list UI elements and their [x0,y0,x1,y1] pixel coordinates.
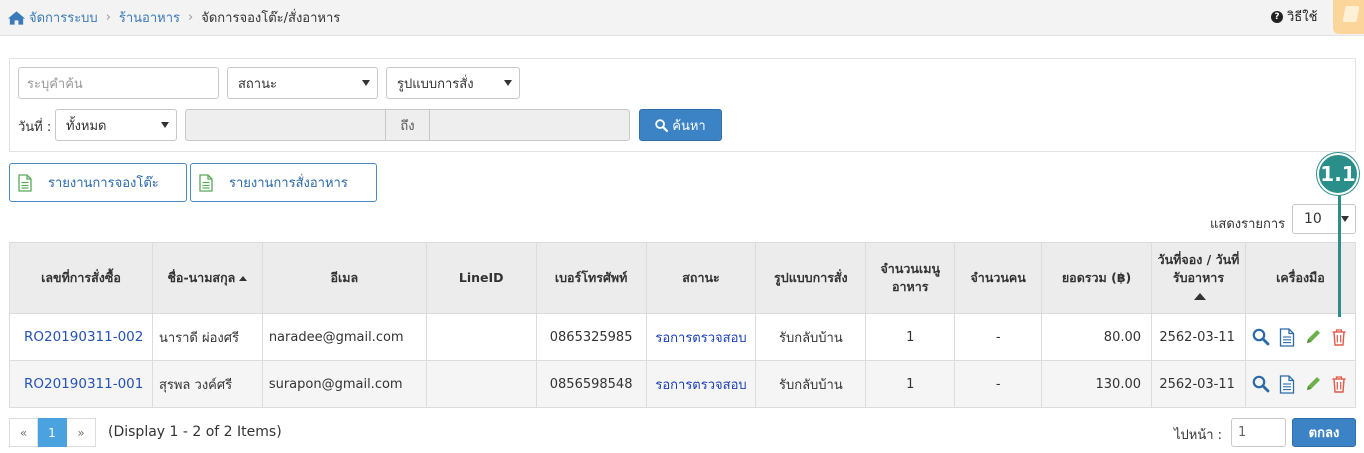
display-info: (Display 1 - 2 of 2 Items) [108,424,282,440]
order-total: 80.00 [1041,313,1153,361]
page-size-value: 10 [1304,211,1322,227]
chevron-down-icon [362,80,370,86]
people-count: - [954,360,1043,408]
search-icon [655,118,669,132]
col-total[interactable]: ยอดรวม (฿) [1041,242,1153,314]
table-row: RO20190311-002 นาราดี ผ่องศรี naradee@gm… [9,313,1357,361]
annotation-line [1338,190,1341,317]
table-header-row: เลขที่การสั่งซื้อ ชื่อ-นามสกุล อีเมล Lin… [9,242,1357,314]
table-booking-report-label: รายงานการจองโต๊ะ [48,176,159,191]
col-name[interactable]: ชื่อ-นามสกุล [151,242,263,314]
search-button-label: ค้นหา [672,118,706,134]
order-date: 2562-03-11 [1151,313,1246,361]
people-count: - [954,313,1043,361]
col-date[interactable]: วันที่จอง / วันที่รับอาหาร [1151,242,1246,314]
col-email[interactable]: อีเมล [261,242,427,314]
date-to-input[interactable] [430,110,629,140]
search-input[interactable]: ระบุคำค้น [18,67,219,99]
date-mode-select-value: ทั้งหมด [66,118,107,134]
food-order-report-label: รายงานการสั่งอาหาร [229,176,348,191]
pagination: « 1 » [9,418,96,447]
chevron-down-icon [161,122,169,128]
customer-phone: 0856598548 [535,360,647,408]
date-mode-select[interactable]: ทั้งหมด [55,109,177,141]
view-icon[interactable] [1250,326,1272,348]
col-order-type[interactable]: รูปแบบการสั่ง [755,242,867,314]
edit-icon[interactable] [1302,326,1324,348]
order-no-link[interactable]: RO20190311-001 [9,360,153,408]
table-row: RO20190311-001 สุรพล วงค์ศรี surapon@gma… [9,360,1357,408]
document-icon [199,173,213,192]
date-from-input[interactable] [186,110,386,140]
row-tools [1244,313,1357,361]
menu-count: 1 [865,313,956,361]
annotation-marker: 1.1 [1317,153,1359,195]
question-circle-icon: ? [1271,10,1283,23]
status-select[interactable]: สถานะ [227,67,378,99]
customer-email: naradee@gmail.com [261,313,427,361]
prev-page-button[interactable]: « [9,418,38,447]
order-type-select-value: รูปแบบการสั่ง [397,76,474,92]
delete-icon[interactable] [1328,373,1350,395]
breadcrumb-item-current: จัดการจองโต๊ะ/สั่งอาหาร [201,11,341,26]
food-order-report-button[interactable]: รายงานการสั่งอาหาร [190,163,377,202]
menu-count: 1 [865,360,956,408]
customer-email: surapon@gmail.com [261,360,427,408]
document-icon[interactable] [1276,373,1298,395]
goto-page-button[interactable]: ตกลง [1292,418,1356,447]
order-type-select[interactable]: รูปแบบการสั่ง [386,67,520,99]
col-status[interactable]: สถานะ [645,242,757,314]
col-order-no[interactable]: เลขที่การสั่งซื้อ [9,242,153,314]
order-total: 130.00 [1041,360,1153,408]
date-label: วันที่ : [18,120,52,135]
edit-icon[interactable] [1302,373,1324,395]
table-booking-report-button[interactable]: รายงานการจองโต๊ะ [9,163,187,202]
goto-page-label: ไปหน้า : [1174,428,1223,443]
breadcrumb-separator: › [188,10,194,25]
customer-lineid [425,360,537,408]
chevron-down-icon [1341,216,1349,222]
page-size-select[interactable]: 10 [1292,204,1356,234]
status-select-value: สถานะ [238,76,277,92]
date-range: ถึง [185,109,630,141]
page-1-button[interactable]: 1 [38,418,67,447]
breadcrumb-separator: › [105,10,111,25]
col-menu-count[interactable]: จำนวนเมนูอาหาร [865,242,956,314]
sort-asc-icon [239,276,248,281]
delete-icon[interactable] [1328,326,1350,348]
breadcrumb-bar: จัดการระบบ › ร้านอาหาร › จัดการจองโต๊ะ/ส… [0,0,1364,36]
col-lineid[interactable]: LineID [425,242,537,314]
breadcrumb-item-restaurant[interactable]: ร้านอาหาร [119,7,180,28]
customer-phone: 0865325985 [535,313,647,361]
customer-lineid [425,313,537,361]
order-no-link[interactable]: RO20190311-002 [9,313,153,361]
customer-name: สุรพล วงค์ศรี [151,360,263,408]
col-phone[interactable]: เบอร์โทรศัพท์ [535,242,647,314]
order-status[interactable]: รอการตรวจสอบ [645,313,757,361]
view-icon[interactable] [1250,373,1272,395]
next-page-button[interactable]: » [67,418,96,447]
sort-asc-icon [1194,293,1207,300]
chevron-down-icon [504,80,512,86]
goto-page-input[interactable]: 1 [1231,418,1286,447]
notebook-icon[interactable] [1333,0,1364,34]
orders-table: เลขที่การสั่งซื้อ ชื่อ-นามสกุล อีเมล Lin… [9,242,1357,408]
breadcrumb: จัดการระบบ › ร้านอาหาร › จัดการจองโต๊ะ/ส… [7,7,340,28]
date-to-label: ถึง [386,110,430,140]
order-status[interactable]: รอการตรวจสอบ [645,360,757,408]
help-link[interactable]: ? วิธีใช้ [1271,6,1317,27]
search-button[interactable]: ค้นหา [639,109,722,141]
col-people[interactable]: จำนวนคน [954,242,1043,314]
row-tools [1244,360,1357,408]
document-icon [18,173,32,192]
order-type: รับกลับบ้าน [755,313,867,361]
page-size-label: แสดงรายการ [1210,217,1286,232]
help-label: วิธีใช้ [1287,10,1318,25]
home-icon[interactable] [7,10,26,26]
breadcrumb-item-system[interactable]: จัดการระบบ [29,7,98,28]
order-type: รับกลับบ้าน [755,360,867,408]
document-icon[interactable] [1276,326,1298,348]
order-date: 2562-03-11 [1151,360,1246,408]
customer-name: นาราดี ผ่องศรี [151,313,263,361]
